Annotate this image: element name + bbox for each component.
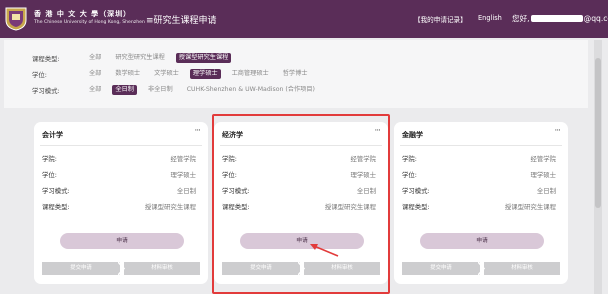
university-logo-icon [5, 7, 27, 31]
step-submit: 提交申请 [402, 262, 480, 275]
card-field-mode: 学习模式: 全日制 [402, 186, 556, 196]
filter-label: 学位: [32, 70, 47, 79]
field-value: 授课型研究生课程 [504, 203, 556, 211]
user-greeting: 您好, @qq.com [512, 13, 608, 24]
field-value: 经管学院 [170, 155, 196, 163]
application-steps: 提交申请 材料审核 [402, 262, 560, 275]
field-value: 理学硕士 [170, 171, 196, 179]
highlight-box [212, 114, 390, 294]
card-field-school: 学院: 经管学院 [42, 154, 196, 164]
filter-option-science-master[interactable]: 理学硕士 [189, 69, 221, 79]
field-value: 全日制 [176, 187, 196, 195]
filter-option-joint-program[interactable]: CUHK-Shenzhen & UW-Madison (合作项目) [184, 85, 318, 95]
program-card-accounting: 会计学 ··· 学院: 经管学院 学位: 理学硕士 学习模式: 全日制 课程类型: 授课… [34, 122, 208, 284]
filter-row-study-mode: 学习模式: 全部 全日制 非全日制 CUHK-Shenzhen & UW-Mad… [32, 84, 326, 96]
step-review: 材料审核 [484, 262, 560, 275]
chevron-right-icon [118, 262, 126, 275]
step-review: 材料审核 [124, 262, 200, 275]
step-submit: 提交申请 [42, 262, 120, 275]
filter-option-research[interactable]: 研究型研究生课程 [112, 53, 168, 63]
filter-panel: 课程类型: 全部 研究型研究生课程 授课型研究生课程 学位: 全部 数学硕士 文… [4, 40, 588, 108]
card-divider [400, 145, 562, 146]
card-title: 会计学 [42, 131, 63, 139]
field-value: 经管学院 [530, 155, 556, 163]
field-label: 学院: [42, 155, 57, 163]
card-field-school: 学院: 经管学院 [402, 154, 556, 164]
greeting-text: 您好, [512, 14, 530, 23]
filter-option-all[interactable]: 全部 [86, 69, 104, 79]
scrollbar-thumb[interactable] [595, 58, 601, 208]
filter-option-phd[interactable]: 哲学博士 [280, 69, 311, 79]
card-field-course-type: 课程类型: 授课型研究生课程 [42, 202, 196, 212]
arrow-icon [310, 244, 339, 257]
redacted-email [530, 15, 583, 22]
field-value: 授课型研究生课程 [144, 203, 196, 211]
filter-option-full-time[interactable]: 全日制 [112, 85, 137, 95]
apply-button[interactable]: 申请 [420, 233, 544, 249]
program-card-finance: 金融学 ··· 学院: 经管学院 学位: 理学硕士 学习模式: 全日制 课程类型: 授课… [394, 122, 568, 284]
apply-button[interactable]: 申请 [60, 233, 184, 249]
filter-option-all[interactable]: 全部 [86, 85, 104, 95]
field-label: 学位: [42, 171, 57, 179]
field-label: 学习模式: [402, 187, 430, 195]
card-field-course-type: 课程类型: 授课型研究生课程 [402, 202, 556, 212]
more-options-icon[interactable]: ··· [194, 126, 201, 136]
chevron-right-icon [478, 262, 486, 275]
system-title: ≡研究生课程申请 [146, 16, 217, 26]
page-scrollbar[interactable] [594, 40, 602, 294]
filter-label: 课程类型: [32, 54, 60, 63]
filter-option-part-time[interactable]: 非全日制 [145, 85, 176, 95]
filter-option-taught[interactable]: 授课型研究生课程 [175, 53, 232, 63]
field-label: 学习模式: [42, 187, 70, 195]
filter-label: 学习模式: [32, 86, 60, 95]
card-divider [40, 145, 202, 146]
filter-row-degree: 学位: 全部 数学硕士 文学硕士 理学硕士 工商管理硕士 哲学博士 [32, 68, 319, 80]
application-steps: 提交申请 材料审核 [42, 262, 200, 275]
top-header: 香 港 中 文 大 學（深圳） The Chinese University o… [0, 0, 608, 38]
card-field-degree: 学位: 理学硕士 [402, 170, 556, 180]
card-title: 金融学 [402, 131, 423, 139]
more-options-icon[interactable]: ··· [554, 126, 561, 136]
field-label: 学院: [402, 155, 417, 163]
my-applications-link[interactable]: 【我的申请记录】 [414, 14, 467, 24]
field-label: 学位: [402, 171, 417, 179]
filter-option-mba[interactable]: 工商管理硕士 [229, 69, 272, 79]
school-name-cn: 香 港 中 文 大 學（深圳） [34, 10, 132, 18]
email-suffix: @qq.com [583, 14, 608, 23]
filter-option-math-master[interactable]: 数学硕士 [112, 69, 143, 79]
language-switch[interactable]: English [478, 14, 502, 22]
card-field-mode: 学习模式: 全日制 [42, 186, 196, 196]
card-field-degree: 学位: 理学硕士 [42, 170, 196, 180]
field-label: 课程类型: [402, 203, 430, 211]
filter-row-course-type: 课程类型: 全部 研究型研究生课程 授课型研究生课程 [32, 52, 239, 64]
filter-option-all[interactable]: 全部 [86, 53, 104, 63]
field-value: 理学硕士 [530, 171, 556, 179]
field-label: 课程类型: [42, 203, 70, 211]
field-value: 全日制 [536, 187, 556, 195]
school-name-en: The Chinese University of Hong Kong, She… [34, 20, 145, 25]
filter-option-arts-master[interactable]: 文学硕士 [151, 69, 182, 79]
